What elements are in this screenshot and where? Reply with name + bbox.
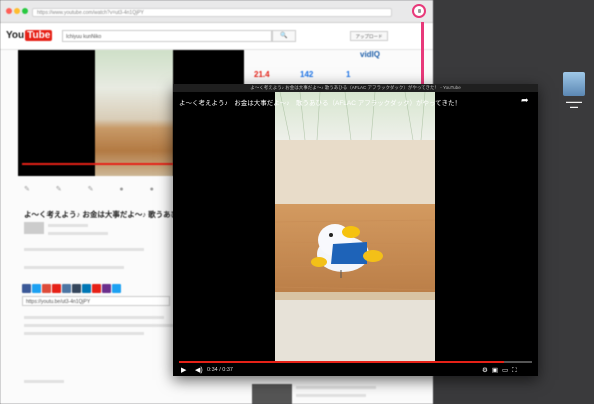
progress-bar[interactable]	[179, 361, 504, 363]
pointer-arrow	[421, 22, 424, 88]
share-url-field[interactable]: https://youtu.be/ut3-4n1QjPY	[22, 296, 170, 306]
fullscreen-icon[interactable]: ⛶	[512, 367, 521, 374]
address-bar[interactable]: https://www.youtube.com/watch?v=ut3-4n1Q…	[32, 8, 392, 17]
embedded-video-frame	[95, 50, 173, 176]
close-dot[interactable]	[6, 8, 12, 14]
stat-value: 142	[300, 70, 314, 79]
channel-line	[48, 232, 108, 235]
logo-tube: Tube	[25, 30, 53, 41]
desc-line	[24, 316, 164, 319]
channel-avatar[interactable]	[24, 222, 44, 234]
search-input[interactable]: Ichiyuu kunNiko	[62, 30, 272, 42]
minimize-dot[interactable]	[14, 8, 20, 14]
vk-icon[interactable]	[62, 284, 71, 293]
reddit-icon[interactable]	[92, 284, 101, 293]
desc-line	[24, 332, 144, 335]
player-action-icons[interactable]: ✎ ✎ ✎ ● ●	[24, 185, 166, 193]
tumblr-icon[interactable]	[72, 284, 81, 293]
desktop-disk-icon[interactable]	[563, 72, 585, 96]
player-right-controls[interactable]: ⚙▣▭⛶	[482, 366, 521, 375]
share-icon[interactable]: ➦	[521, 95, 529, 106]
settings-icon[interactable]: ⚙	[482, 367, 492, 374]
popup-video-title: よ～く考えよう♪ お金は大事だよ～♪ 歌うあひる（AFLAC アフラックダック）…	[179, 100, 461, 107]
time-display: 0:34 / 0:37	[207, 367, 233, 373]
play-icon[interactable]: ▶	[181, 366, 186, 374]
video-title: よ～く考えよう♪ お金は大事だよ～♪ 歌うあひる	[24, 210, 184, 219]
zoom-dot[interactable]	[22, 8, 28, 14]
browser-toolbar: https://www.youtube.com/watch?v=ut3-4n1Q…	[0, 0, 433, 23]
facebook-icon[interactable]	[22, 284, 31, 293]
related-thumbnail[interactable]	[252, 384, 292, 404]
youtube-icon[interactable]: ▣	[492, 367, 502, 374]
related-line	[296, 386, 376, 389]
related-line	[296, 394, 366, 397]
linkedin-icon[interactable]	[82, 284, 91, 293]
cast-extension-icon[interactable]	[412, 4, 426, 18]
youtube-logo[interactable]: You Tube	[6, 30, 53, 41]
tab-line	[24, 266, 124, 269]
mail-icon[interactable]	[112, 284, 121, 293]
twitter-icon[interactable]	[32, 284, 41, 293]
search-button[interactable]: 🔍	[272, 30, 296, 42]
upload-button[interactable]: アップロード	[350, 31, 388, 41]
channel-line	[48, 224, 88, 227]
miniplayer-icon[interactable]: ▭	[502, 367, 512, 374]
vidiq-logo: vidIQ	[360, 50, 381, 59]
stat-value: 21.4	[254, 70, 270, 79]
share-buttons[interactable]	[22, 280, 170, 293]
volume-icon[interactable]: ◀)	[195, 366, 203, 374]
desktop-icon-label: ▬▬▬▬ ▬▬	[566, 99, 582, 109]
stat-value: 1	[346, 70, 351, 79]
pinterest-icon[interactable]	[52, 284, 61, 293]
logo-you: You	[6, 30, 25, 41]
comments-line	[24, 380, 64, 383]
meta-line	[24, 248, 144, 251]
yahoo-icon[interactable]	[102, 284, 111, 293]
popup-title-bar[interactable]: よ～く考えよう♪ お金は大事だよ～♪ 歌うあひる（AFLAC アフラックダック）…	[173, 84, 538, 92]
video-scene	[275, 92, 435, 361]
desc-line	[24, 324, 174, 327]
gplus-icon[interactable]	[42, 284, 51, 293]
popup-video-frame[interactable]	[275, 92, 435, 361]
